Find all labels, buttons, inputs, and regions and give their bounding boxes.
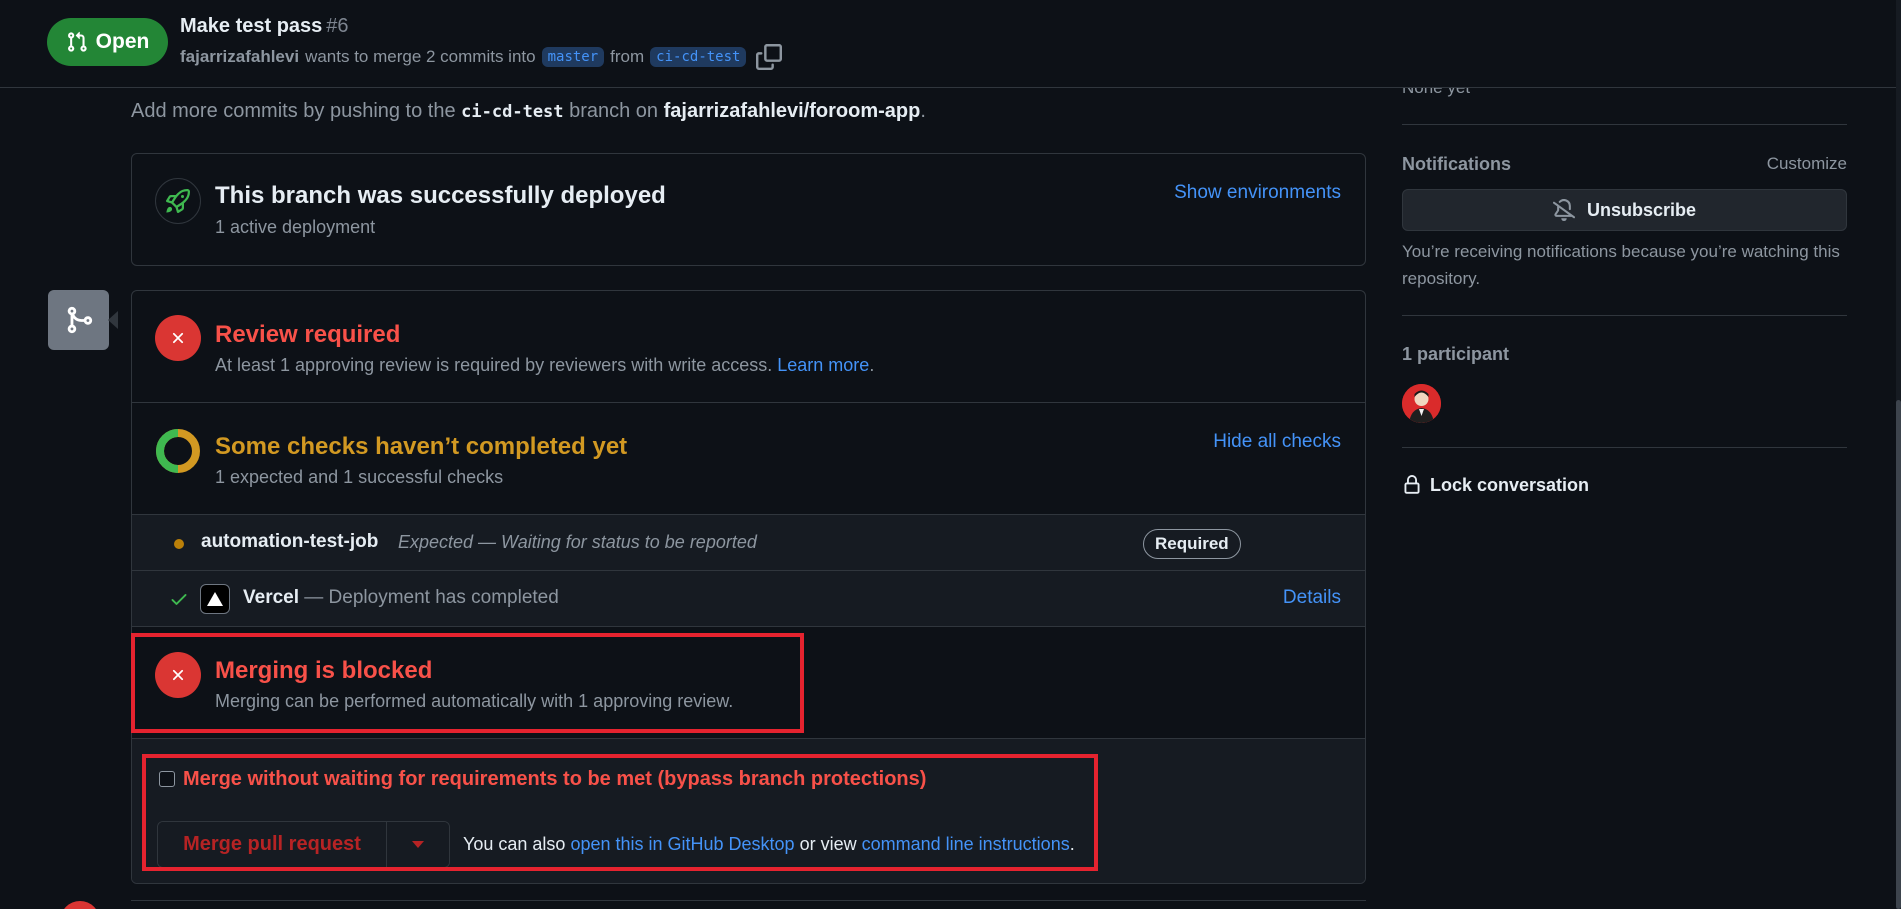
show-environments-link[interactable]: Show environments [1174, 182, 1341, 204]
required-badge: Required [1143, 529, 1241, 559]
sidebar-divider [1402, 124, 1847, 125]
pr-merge-summary: fajarrizafahlevi wants to merge 2 commit… [180, 44, 783, 70]
pr-state-badge: Open [47, 18, 168, 66]
checks-title: Some checks haven’t completed yet [215, 433, 628, 460]
push-hint-middle: branch on [569, 100, 659, 122]
check-name: automation-test-job [201, 531, 379, 552]
pr-number: #6 [326, 15, 349, 37]
merge-status-icon-box [48, 290, 109, 350]
deployment-subtitle: 1 active deployment [215, 217, 376, 237]
pr-merge-text: wants to merge 2 commits into [305, 47, 536, 66]
review-status-circle [155, 315, 201, 361]
participants-heading: 1 participant [1402, 344, 1510, 364]
vercel-logo [200, 584, 230, 614]
check-row-vercel[interactable]: Vercel — Deployment has completed Detail… [132, 571, 1365, 627]
x-icon [172, 332, 184, 344]
base-branch-chip[interactable]: master [541, 47, 605, 67]
pr-from-text: from [610, 47, 645, 66]
vercel-check-description: — Deployment has completed [304, 587, 559, 608]
annotation-box-merge-actions [142, 754, 1098, 871]
lock-conversation-label: Lock conversation [1430, 474, 1590, 495]
vercel-triangle-icon [207, 592, 223, 606]
check-progress-ring-icon [156, 429, 200, 473]
review-required-section: Review required At least 1 approving rev… [132, 291, 1365, 403]
sidebar-divider [1402, 315, 1847, 316]
next-timeline-item [131, 900, 1366, 909]
pr-state-label: Open [95, 30, 150, 53]
checks-subtitle: 1 expected and 1 successful checks [215, 467, 504, 487]
head-branch-chip[interactable]: ci-cd-test [650, 47, 747, 67]
pr-author-link[interactable]: fajarrizafahlevi [180, 47, 299, 67]
notification-reason: You’re receiving notifications because y… [1402, 242, 1840, 288]
review-required-title: Review required [215, 321, 401, 348]
vercel-details-link[interactable]: Details [1283, 587, 1341, 609]
sticky-pr-header: Open Make test pass #6 fajarrizafahlevi w… [0, 0, 1896, 88]
annotation-box-merge-blocked [131, 633, 804, 733]
review-required-text: At least 1 approving review is required … [215, 355, 874, 376]
git-merge-icon [67, 306, 92, 334]
merge-box-pointer [108, 311, 118, 329]
git-pull-request-icon [67, 31, 87, 52]
review-required-body: At least 1 approving review is required … [215, 355, 773, 375]
copy-icon[interactable] [756, 44, 783, 70]
scrollbar-thumb[interactable] [1896, 400, 1901, 909]
learn-more-link[interactable]: Learn more [777, 355, 869, 375]
deployment-title: This branch was successfully deployed [215, 182, 666, 209]
unsubscribe-button[interactable]: Unsubscribe [1402, 189, 1847, 231]
pr-title: Make test pass #6 [180, 15, 349, 38]
pr-title-text: Make test pass [180, 15, 323, 37]
unsubscribe-label: Unsubscribe [1586, 199, 1697, 220]
check-row-automation-test-job[interactable]: automation-test-job Expected — Waiting f… [132, 515, 1365, 571]
push-hint-suffix: . [920, 100, 926, 122]
rocket-icon [166, 189, 190, 213]
next-timeline-avatar [60, 901, 100, 909]
participant-avatar[interactable] [1402, 384, 1441, 423]
deployment-box: This branch was successfully deployed 1 … [131, 153, 1366, 266]
pending-dot-icon [174, 539, 184, 549]
notifications-header: Notifications Customize [1402, 154, 1847, 175]
checks-section: Some checks haven’t completed yet 1 expe… [132, 403, 1365, 515]
vercel-check-text: Vercel — Deployment has completed [243, 587, 559, 609]
deployment-icon-circle [155, 178, 201, 224]
lock-icon [1404, 475, 1420, 494]
lock-conversation-button[interactable]: Lock conversation [1402, 474, 1589, 496]
push-hint: Add more commits by pushing to the ci-cd… [131, 100, 926, 123]
check-icon [171, 594, 187, 605]
sidebar-divider [1402, 447, 1847, 448]
check-description: Expected — Waiting for status to be repo… [398, 532, 757, 552]
avatar-image [1402, 384, 1441, 423]
review-required-suffix: . [869, 355, 875, 375]
push-hint-repo[interactable]: fajarrizafahlevi/foroom-app [664, 100, 921, 122]
hide-all-checks-link[interactable]: Hide all checks [1213, 431, 1341, 453]
page-scrollbar[interactable] [1896, 0, 1901, 909]
push-hint-branch: ci-cd-test [461, 102, 564, 122]
bell-slash-icon [1552, 199, 1575, 221]
push-hint-prefix: Add more commits by pushing to the [131, 100, 456, 122]
customize-notifications-link[interactable]: Customize [1767, 154, 1847, 174]
vercel-check-name: Vercel [243, 587, 299, 608]
